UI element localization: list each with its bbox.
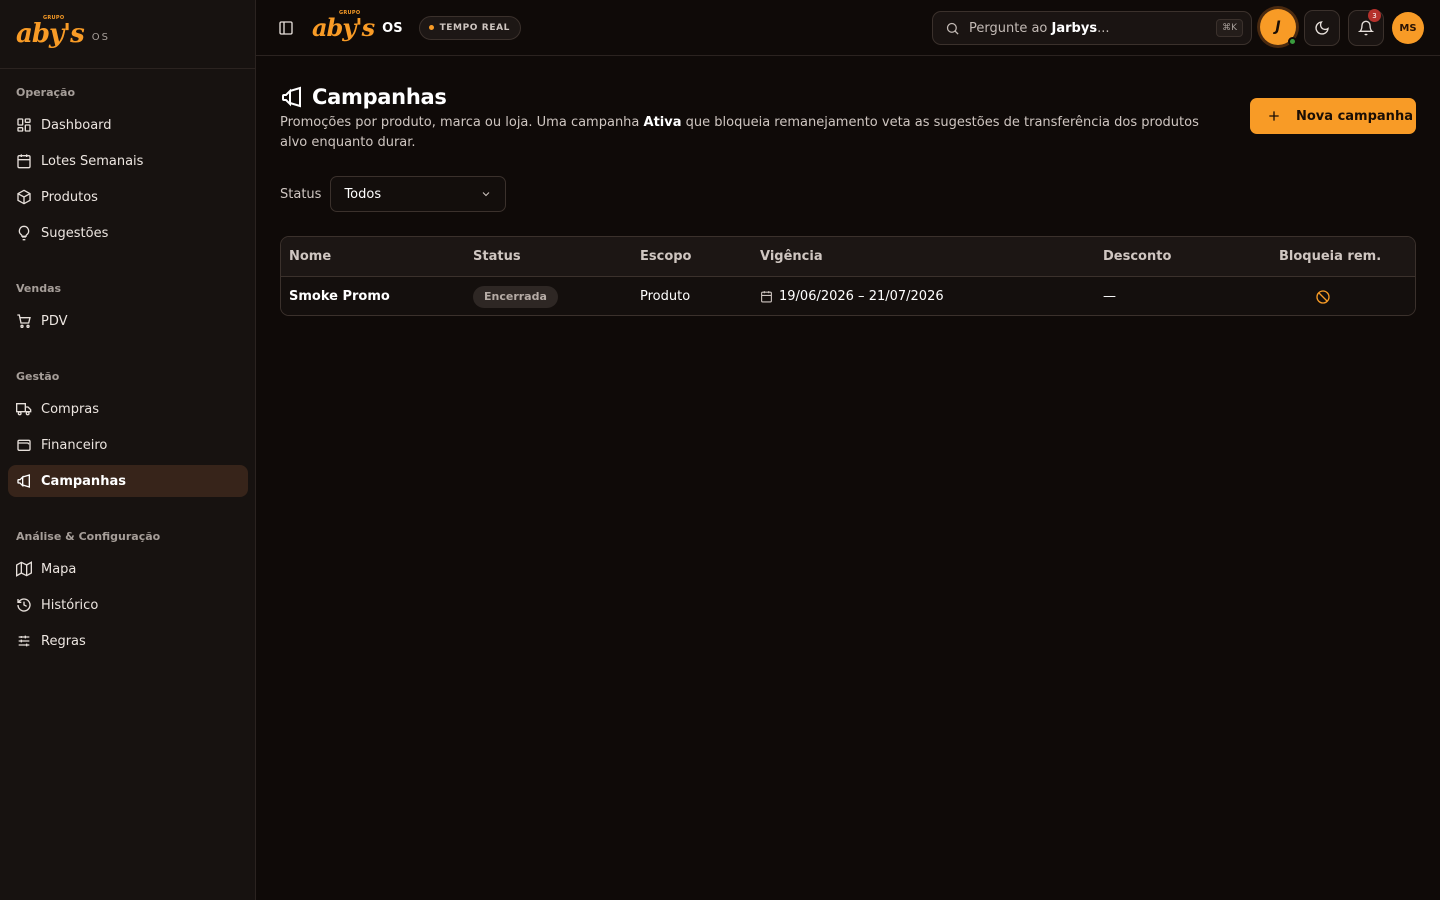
- moon-icon: [1315, 21, 1329, 35]
- sidebar-item-dashboard[interactable]: Dashboard: [8, 109, 248, 141]
- column-header-bloqueia[interactable]: Bloqueia rem.: [1279, 237, 1381, 276]
- online-status-icon: [1288, 37, 1297, 46]
- status-select[interactable]: Todos: [330, 176, 507, 212]
- chevron-down-icon: [483, 192, 490, 197]
- scope-cell: Produto: [640, 289, 691, 304]
- sidebar: GRUPO aby's OS Operação Dashboard Lotes …: [0, 0, 256, 900]
- assistant-button[interactable]: J: [1260, 9, 1297, 46]
- topbar: GRUPO aby's OS TEMPO REAL Pergunte ao Ja…: [256, 0, 1440, 56]
- column-header-escopo[interactable]: Escopo: [640, 237, 692, 276]
- page-header: Campanhas: [280, 85, 447, 109]
- column-header-nome[interactable]: Nome: [289, 237, 331, 276]
- theme-toggle-button[interactable]: [1304, 10, 1340, 46]
- abys-logo: GRUPO aby's: [16, 15, 85, 49]
- wallet-icon: [17, 439, 31, 451]
- filter-label: Status: [280, 186, 322, 202]
- section-title: Operação: [16, 86, 76, 99]
- new-campaign-button[interactable]: Nova campanha: [1250, 98, 1416, 134]
- sidebar-item-regras[interactable]: Regras: [8, 625, 248, 657]
- sidebar-item-mapa[interactable]: Mapa: [8, 553, 248, 585]
- megaphone-icon: [17, 474, 30, 488]
- sidebar-toggle-button[interactable]: [278, 20, 294, 36]
- truck-icon: [16, 403, 32, 416]
- lightbulb-icon: [18, 225, 30, 241]
- table-header: Nome Status Escopo Vigência Desconto Blo…: [281, 237, 1415, 277]
- campaigns-table: Nome Status Escopo Vigência Desconto Blo…: [280, 236, 1416, 316]
- status-filter: Status Todos: [280, 176, 507, 212]
- package-icon: [17, 189, 31, 205]
- campaign-name: Smoke Promo: [289, 289, 390, 304]
- section-title: Vendas: [16, 282, 62, 295]
- live-dot-icon: [428, 25, 434, 30]
- megaphone-icon: [282, 86, 301, 108]
- page-description: Promoções por produto, marca ou loja. Um…: [280, 115, 1199, 150]
- search-icon: [946, 22, 959, 35]
- search-placeholder: Pergunte ao Jarbys...: [969, 20, 1110, 36]
- status-cell: Encerrada: [473, 277, 558, 315]
- os-label: OS: [382, 21, 403, 36]
- nav-section-analise: Análise & Configuração Mapa Histórico Re…: [0, 529, 256, 657]
- section-title: Gestão: [16, 370, 60, 383]
- sidebar-item-lotes-semanais[interactable]: Lotes Semanais: [8, 145, 248, 177]
- map-icon: [16, 561, 32, 577]
- notifications-button[interactable]: 3: [1348, 9, 1384, 46]
- search-input[interactable]: Pergunte ao Jarbys... ⌘K: [932, 11, 1252, 45]
- top-logo[interactable]: GRUPO aby's OS: [312, 9, 403, 42]
- abys-logo: GRUPO aby's: [312, 9, 375, 42]
- sliders-icon: [18, 635, 30, 647]
- shortcut-hint: ⌘K: [1216, 19, 1243, 37]
- sidebar-item-historico[interactable]: Histórico: [8, 589, 248, 621]
- page-title: Campanhas: [312, 85, 447, 109]
- history-icon: [17, 598, 31, 612]
- cart-icon: [17, 314, 31, 328]
- sidebar-item-produtos[interactable]: Produtos: [8, 181, 248, 213]
- sidebar-item-sugestoes[interactable]: Sugestões: [8, 217, 248, 249]
- sidebar-item-financeiro[interactable]: Financeiro: [8, 429, 248, 461]
- nav-section-gestao: Gestão Compras Financeiro Campanhas: [0, 369, 256, 497]
- brand[interactable]: GRUPO aby's OS: [0, 0, 255, 69]
- panel-left-icon: [279, 20, 293, 35]
- column-header-desconto[interactable]: Desconto: [1103, 237, 1171, 276]
- sidebar-item-campanhas[interactable]: Campanhas: [8, 465, 248, 497]
- sidebar-item-compras[interactable]: Compras: [8, 393, 248, 425]
- column-header-status[interactable]: Status: [473, 237, 521, 276]
- calendar-icon: [761, 291, 772, 303]
- notification-badge: 3: [1368, 9, 1381, 22]
- dashboard-icon: [17, 118, 31, 132]
- calendar-icon: [17, 154, 31, 169]
- sidebar-item-pdv[interactable]: PDV: [8, 305, 248, 337]
- status-badge: Encerrada: [473, 285, 558, 308]
- plus-icon: [1269, 111, 1279, 121]
- brand-suffix: OS: [91, 31, 110, 43]
- nav-section-operacao: Operação Dashboard Lotes Semanais Produt…: [0, 85, 256, 249]
- bell-icon: [1358, 20, 1374, 36]
- realtime-badge: TEMPO REAL: [418, 15, 521, 40]
- nav-section-vendas: Vendas PDV: [0, 281, 256, 337]
- period-cell: 19/06/2026 – 21/07/2026: [760, 277, 944, 315]
- discount-cell: —: [1103, 289, 1116, 304]
- no-entry-icon: [1316, 289, 1330, 304]
- blocks-cell: [1315, 277, 1331, 315]
- section-title: Análise & Configuração: [16, 530, 161, 543]
- column-header-vigencia[interactable]: Vigência: [760, 237, 823, 276]
- user-avatar[interactable]: MS: [1392, 12, 1424, 44]
- table-row[interactable]: Smoke Promo Encerrada Produto 19/06/2026…: [281, 277, 1415, 315]
